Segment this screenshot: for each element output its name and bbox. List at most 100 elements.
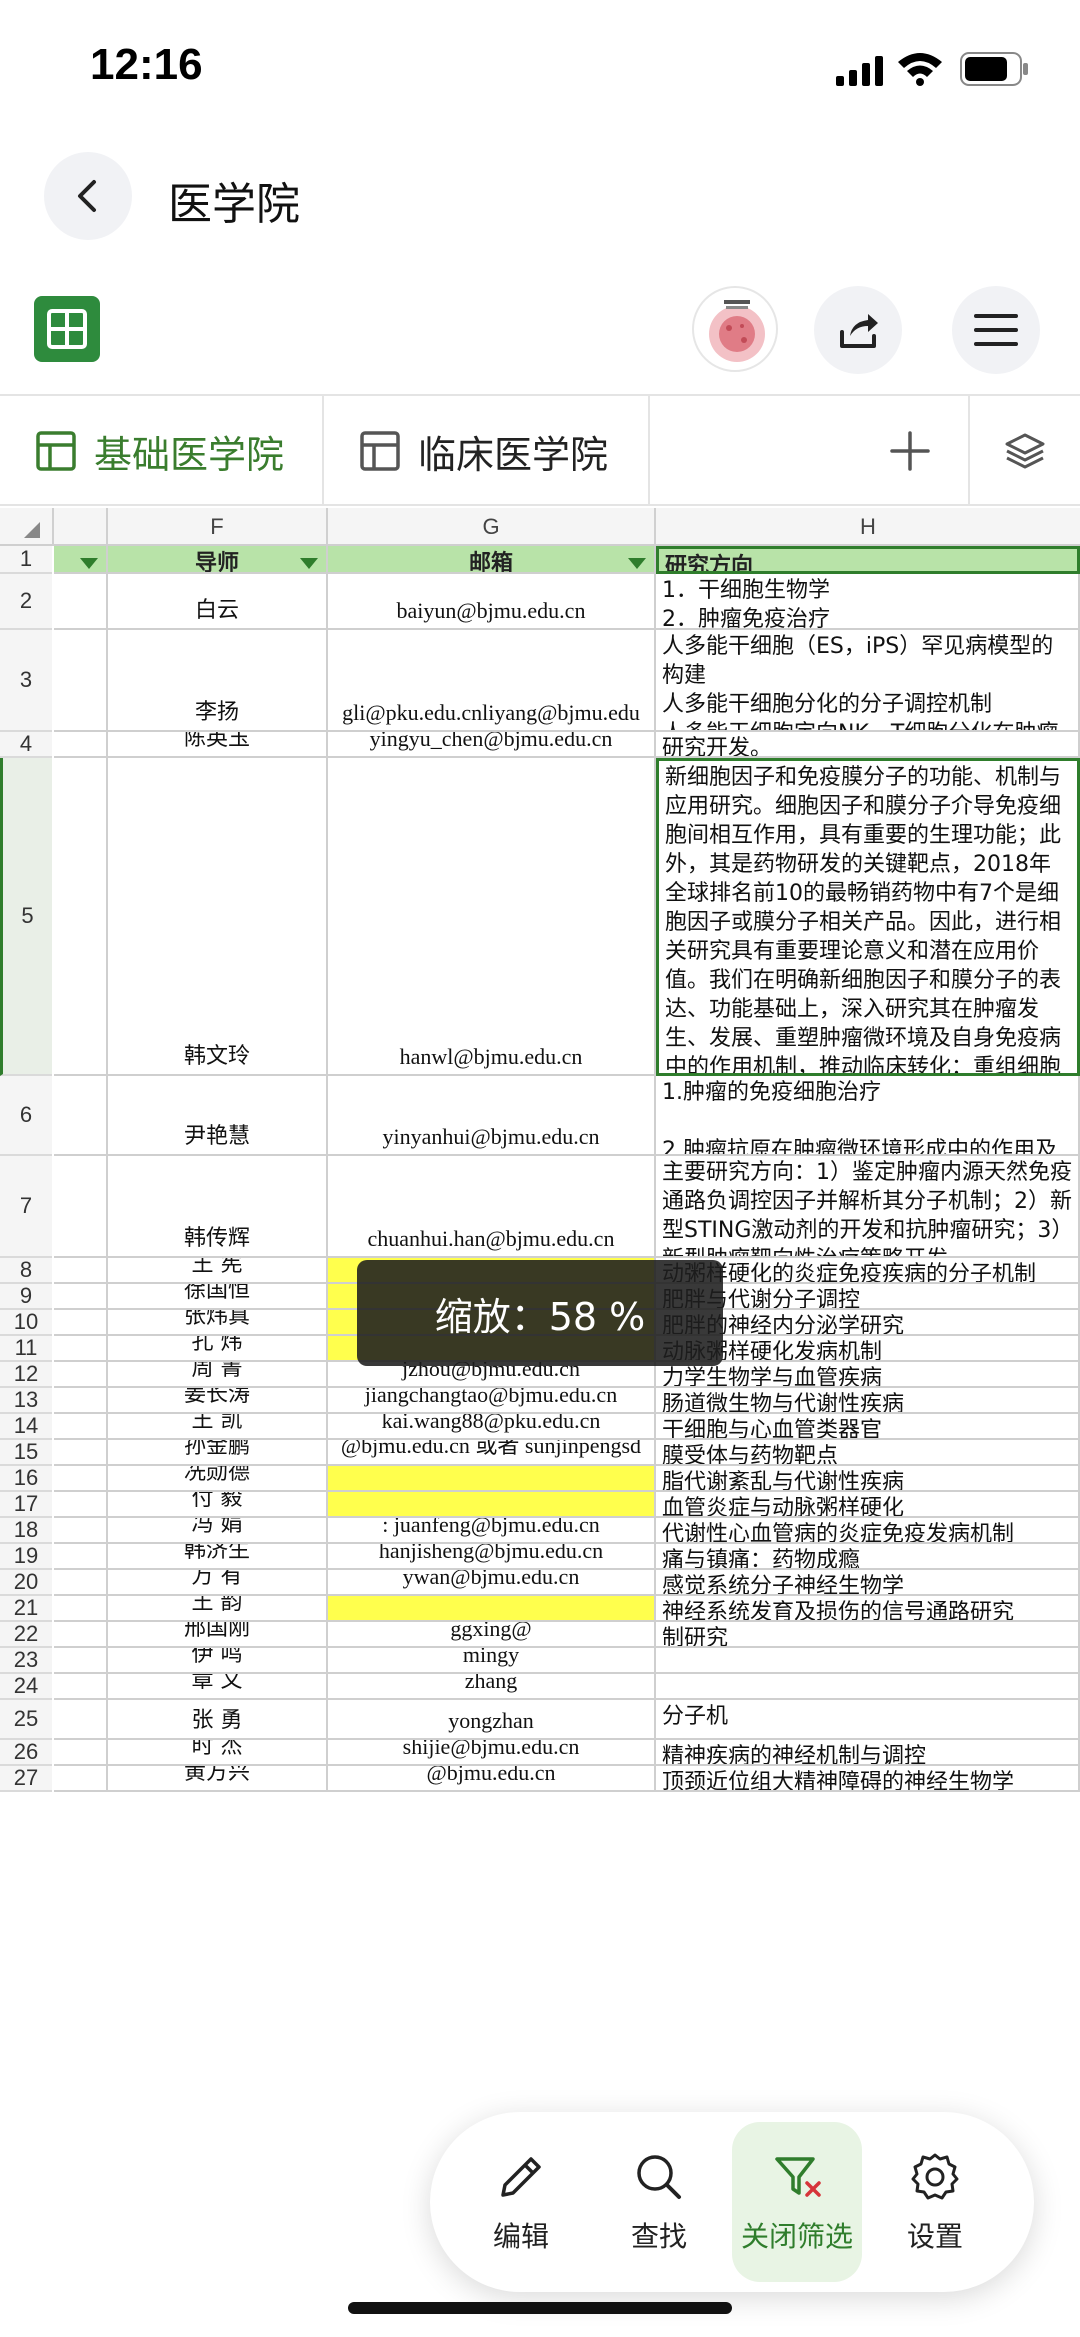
research-cell[interactable]: 肠道微生物与代谢性疾病 <box>656 1388 1080 1414</box>
cell-e[interactable] <box>54 574 108 630</box>
research-cell[interactable]: 神经系统发育及损伤的信号通路研究 <box>656 1596 1080 1622</box>
row-number[interactable]: 25 <box>0 1700 52 1740</box>
advisor-cell[interactable]: 孔 炜 <box>108 1336 328 1362</box>
tab-basic-medicine[interactable]: 基础医学院 <box>0 396 324 506</box>
add-sheet-button[interactable] <box>650 396 970 506</box>
cell-e[interactable] <box>54 546 108 574</box>
research-cell[interactable]: 制研究 <box>656 1622 1080 1648</box>
advisor-cell[interactable]: 李扬 <box>108 630 328 732</box>
row-number[interactable]: 8 <box>0 1257 52 1284</box>
cell-e[interactable] <box>54 1362 108 1388</box>
advisor-cell[interactable]: 张炜真 <box>108 1310 328 1336</box>
email-cell[interactable]: baiyun@bjmu.edu.cn <box>328 574 656 630</box>
email-cell[interactable]: ywan@bjmu.edu.cn <box>328 1570 656 1596</box>
advisor-cell[interactable]: 韩文玲 <box>108 758 328 1076</box>
cell-e[interactable] <box>54 1284 108 1310</box>
settings-button[interactable]: 设置 <box>870 2122 1000 2282</box>
email-cell[interactable] <box>328 1596 656 1622</box>
cell-e[interactable] <box>54 1258 108 1284</box>
research-cell[interactable]: 研究开发。 <box>656 732 1080 758</box>
research-cell[interactable]: 代谢性心血管病的炎症免疫发病机制 <box>656 1518 1080 1544</box>
email-cell[interactable] <box>328 1492 656 1518</box>
email-cell[interactable]: mingy <box>328 1648 656 1674</box>
email-cell[interactable] <box>328 1466 656 1492</box>
edit-button[interactable]: 编辑 <box>456 2122 586 2282</box>
cell-e[interactable] <box>54 1544 108 1570</box>
advisor-cell[interactable]: 王 韵 <box>108 1596 328 1622</box>
research-cell[interactable]: 1．干细胞生物学 2．肿瘤免疫治疗 <box>656 574 1080 630</box>
research-cell[interactable]: 人多能干细胞（ES，iPS）罕见病模型的构建 人多能干细胞分化的分子调控机制 人… <box>656 630 1080 732</box>
cell-e[interactable] <box>54 1518 108 1544</box>
row-number[interactable]: 18 <box>0 1517 52 1544</box>
research-cell[interactable]: 血管炎症与动脉粥样硬化 <box>656 1492 1080 1518</box>
advisor-cell[interactable]: 王 凯 <box>108 1414 328 1440</box>
cell-e[interactable] <box>54 1674 108 1700</box>
research-cell[interactable] <box>656 1674 1080 1700</box>
advisor-cell[interactable]: 韩济生 <box>108 1544 328 1570</box>
back-button[interactable] <box>44 152 132 240</box>
select-all-corner[interactable] <box>0 508 54 546</box>
research-cell[interactable]: 1.肿瘤的免疫细胞治疗 2.肿瘤抗原在肿瘤微环境形成中的作用及其机制 <box>656 1076 1080 1156</box>
row-number[interactable]: 5 <box>0 758 52 1076</box>
row-number[interactable]: 12 <box>0 1361 52 1388</box>
email-cell[interactable]: hanwl@bjmu.edu.cn <box>328 758 656 1076</box>
research-cell[interactable] <box>656 1648 1080 1674</box>
cell-e[interactable] <box>54 1076 108 1156</box>
cell-e[interactable] <box>54 1596 108 1622</box>
row-number[interactable]: 13 <box>0 1387 52 1414</box>
row-number[interactable]: 27 <box>0 1765 52 1792</box>
close-filter-button[interactable]: 关闭筛选 <box>732 2122 862 2282</box>
row-number[interactable]: 6 <box>0 1076 52 1156</box>
header-advisor-cell[interactable]: 导师 <box>108 546 328 574</box>
row-number[interactable]: 3 <box>0 630 52 732</box>
cell-e[interactable] <box>54 1440 108 1466</box>
email-cell[interactable]: gli@pku.edu.cnliyang@bjmu.edu <box>328 630 656 732</box>
column-header-h[interactable]: H <box>656 508 1080 546</box>
email-cell[interactable]: @bjmu.edu.cn 或者 sunjinpengsd <box>328 1440 656 1466</box>
spreadsheet-grid[interactable]: F G H 1 导师 邮箱 研究方向 2 白云 baiyun@bjmu.edu.cn 1．干细… <box>0 508 1080 2337</box>
filter-dropdown-icon[interactable] <box>300 558 318 569</box>
column-header-e[interactable] <box>54 508 108 546</box>
research-cell[interactable]: 精神疾病的神经机制与调控 <box>656 1740 1080 1766</box>
email-cell[interactable]: yongzhan <box>328 1700 656 1740</box>
advisor-cell[interactable]: 时 杰 <box>108 1740 328 1766</box>
cell-e[interactable] <box>54 1414 108 1440</box>
row-number[interactable]: 7 <box>0 1156 52 1258</box>
row-number[interactable]: 4 <box>0 731 52 758</box>
email-cell[interactable]: chuanhui.han@bjmu.edu.cn <box>328 1156 656 1258</box>
email-cell[interactable]: : juanfeng@bjmu.edu.cn <box>328 1518 656 1544</box>
research-cell[interactable]: 主要研究方向：1）鉴定肿瘤内源天然免疫通路负调控因子并解析其分子机制；2）新型S… <box>656 1156 1080 1258</box>
filter-dropdown-icon[interactable] <box>628 558 646 569</box>
cell-e[interactable] <box>54 1766 108 1792</box>
row-number[interactable]: 24 <box>0 1673 52 1700</box>
tab-clinical-medicine[interactable]: 临床医学院 <box>324 396 650 506</box>
row-number[interactable]: 16 <box>0 1465 52 1492</box>
advisor-cell[interactable]: 周 菁 <box>108 1362 328 1388</box>
email-cell[interactable]: @bjmu.edu.cn <box>328 1766 656 1792</box>
find-button[interactable]: 查找 <box>594 2122 724 2282</box>
row-number[interactable]: 10 <box>0 1309 52 1336</box>
cell-e[interactable] <box>54 758 108 1076</box>
row-number[interactable]: 17 <box>0 1491 52 1518</box>
share-button[interactable] <box>814 286 902 374</box>
sheet-layers-button[interactable] <box>970 396 1080 506</box>
row-number[interactable]: 19 <box>0 1543 52 1570</box>
row-number[interactable]: 20 <box>0 1569 52 1596</box>
advisor-cell[interactable]: 付 毅 <box>108 1492 328 1518</box>
column-header-f[interactable]: F <box>108 508 328 546</box>
advisor-cell[interactable]: 邢国刚 <box>108 1622 328 1648</box>
email-cell[interactable]: zhang <box>328 1674 656 1700</box>
research-cell[interactable]: 力学生物学与血管疾病 <box>656 1362 1080 1388</box>
advisor-cell[interactable]: 冯 娟 <box>108 1518 328 1544</box>
filter-dropdown-icon[interactable] <box>80 558 98 569</box>
research-cell[interactable]: 分子机 <box>656 1700 1080 1740</box>
advisor-cell[interactable]: 徐国恒 <box>108 1284 328 1310</box>
email-cell[interactable]: yingyu_chen@bjmu.edu.cn <box>328 732 656 758</box>
row-number[interactable]: 14 <box>0 1413 52 1440</box>
row-number[interactable]: 2 <box>0 574 52 630</box>
advisor-cell[interactable]: 张 勇 <box>108 1700 328 1740</box>
research-cell[interactable]: 新细胞因子和免疫膜分子的功能、机制与应用研究。细胞因子和膜分子介导免疫细胞间相互… <box>656 758 1080 1076</box>
cell-e[interactable] <box>54 1336 108 1362</box>
cell-e[interactable] <box>54 1740 108 1766</box>
row-number[interactable]: 15 <box>0 1439 52 1466</box>
